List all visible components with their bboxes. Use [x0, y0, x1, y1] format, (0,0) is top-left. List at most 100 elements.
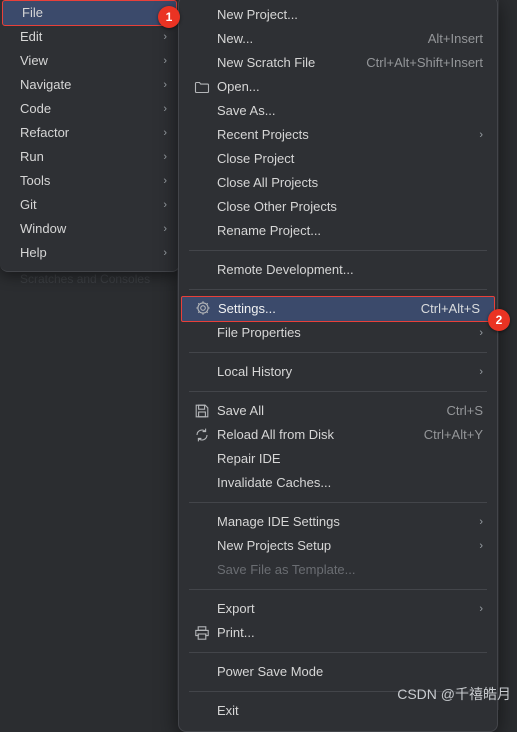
menu-item-label: New Projects Setup: [217, 538, 332, 553]
menubar-item-file[interactable]: File: [2, 0, 177, 26]
menu-item-invalidate-caches[interactable]: Invalidate Caches...: [179, 471, 497, 495]
menu-item-save-all[interactable]: Save All Ctrl+S: [179, 399, 497, 423]
menu-item-shortcut: Ctrl+Alt+Shift+Insert: [366, 55, 483, 70]
menu-item-label: Close All Projects: [217, 175, 319, 190]
watermark: CSDN @千禧皓月: [397, 686, 511, 702]
menubar-item-git[interactable]: Git ›: [0, 193, 179, 217]
menu-item-label: Close Other Projects: [217, 199, 337, 214]
gear-icon: [195, 300, 211, 316]
step-marker-1: 1: [158, 6, 180, 28]
menu-item-manage-ide-settings[interactable]: Manage IDE Settings ›: [179, 510, 497, 534]
menubar-item-label: Window: [20, 221, 67, 236]
menu-item-label: Export: [217, 601, 255, 616]
menu-item-label: New...: [217, 31, 254, 46]
menu-separator: [189, 352, 487, 353]
menubar-item-code[interactable]: Code ›: [0, 97, 179, 121]
chevron-right-icon: ›: [163, 127, 167, 139]
menu-item-file-properties[interactable]: File Properties ›: [179, 321, 497, 345]
menu-item-label: Invalidate Caches...: [217, 475, 332, 490]
menu-item-new[interactable]: New... Alt+Insert: [179, 27, 497, 51]
menubar-item-run[interactable]: Run ›: [0, 145, 179, 169]
menubar-item-label: Tools: [20, 173, 51, 188]
menubar-item-help[interactable]: Help ›: [0, 241, 179, 265]
menu-item-rename-project[interactable]: Rename Project...: [179, 219, 497, 243]
menu-separator: [189, 250, 487, 251]
menubar-item-label: Refactor: [20, 125, 70, 140]
chevron-right-icon: ›: [479, 129, 483, 141]
menu-item-new-scratch-file[interactable]: New Scratch File Ctrl+Alt+Shift+Insert: [179, 51, 497, 75]
chevron-right-icon: ›: [479, 516, 483, 528]
menu-item-label: Print...: [217, 625, 255, 640]
chevron-right-icon: ›: [163, 151, 167, 163]
menu-item-label: Reload All from Disk: [217, 427, 335, 442]
menu-item-open[interactable]: Open...: [179, 75, 497, 99]
chevron-right-icon: ›: [163, 199, 167, 211]
menu-item-close-project[interactable]: Close Project: [179, 147, 497, 171]
menu-item-label: New Scratch File: [217, 55, 316, 70]
chevron-right-icon: ›: [163, 103, 167, 115]
menubar-item-navigate[interactable]: Navigate ›: [0, 73, 179, 97]
menu-item-shortcut: Ctrl+S: [446, 403, 483, 418]
menu-item-close-other-projects[interactable]: Close Other Projects: [179, 195, 497, 219]
menu-item-print[interactable]: Print...: [179, 621, 497, 645]
menubar-item-label: File: [22, 5, 43, 20]
menubar-item-label: Edit: [20, 29, 43, 44]
menu-item-shortcut: Ctrl+Alt+Y: [423, 427, 483, 442]
save-icon: [194, 403, 210, 419]
menu-item-label: Remote Development...: [217, 262, 354, 277]
menubar-item-label: Help: [20, 245, 47, 260]
menubar-item-view[interactable]: View ›: [0, 49, 179, 73]
menu-item-remote-development[interactable]: Remote Development...: [179, 258, 497, 282]
menu-item-power-save-mode[interactable]: Power Save Mode: [179, 660, 497, 684]
menu-item-label: Recent Projects: [217, 127, 309, 142]
menu-item-repair-ide[interactable]: Repair IDE: [179, 447, 497, 471]
menu-item-new-project[interactable]: New Project...: [179, 3, 497, 27]
menubar-item-label: Run: [20, 149, 44, 164]
menubar-item-label: Navigate: [20, 77, 72, 92]
chevron-right-icon: ›: [479, 540, 483, 552]
menu-item-label: Local History: [217, 364, 293, 379]
menubar-item-refactor[interactable]: Refactor ›: [0, 121, 179, 145]
menu-item-reload-all-from-disk[interactable]: Reload All from Disk Ctrl+Alt+Y: [179, 423, 497, 447]
menubar-item-edit[interactable]: Edit ›: [0, 25, 179, 49]
menu-item-settings[interactable]: Settings... Ctrl+Alt+S: [181, 296, 495, 322]
menu-separator: [189, 502, 487, 503]
menu-item-recent-projects[interactable]: Recent Projects ›: [179, 123, 497, 147]
menu-item-label: Save File as Template...: [217, 562, 356, 577]
menubar-item-window[interactable]: Window ›: [0, 217, 179, 241]
menu-item-label: Settings...: [218, 301, 276, 316]
menu-item-label: File Properties: [217, 325, 301, 340]
menu-item-label: Rename Project...: [217, 223, 322, 238]
folder-icon: [194, 79, 210, 95]
menu-item-label: Exit: [217, 703, 239, 718]
chevron-right-icon: ›: [163, 223, 167, 235]
menubar-item-tools[interactable]: Tools ›: [0, 169, 179, 193]
menu-item-label: New Project...: [217, 7, 298, 22]
menu-item-new-projects-setup[interactable]: New Projects Setup ›: [179, 534, 497, 558]
menu-item-local-history[interactable]: Local History ›: [179, 360, 497, 384]
background-ghost-text: Scratches and Consoles: [20, 272, 151, 286]
chevron-right-icon: ›: [479, 366, 483, 378]
menu-item-save-as[interactable]: Save As...: [179, 99, 497, 123]
menu-item-export[interactable]: Export ›: [179, 597, 497, 621]
menu-item-label: Manage IDE Settings: [217, 514, 340, 529]
menu-item-label: Open...: [217, 79, 260, 94]
file-menu-dropdown: New Project... New... Alt+Insert New Scratc…: [178, 0, 498, 732]
menu-separator: [189, 289, 487, 290]
menubar-item-label: Git: [20, 197, 37, 212]
menu-item-shortcut: Alt+Insert: [427, 31, 483, 46]
menu-item-label: Save All: [217, 403, 264, 418]
menu-separator: [189, 589, 487, 590]
background-divider-right: [498, 0, 499, 710]
main-menu-bar-dropdown: File Edit › View › Navigate › Code › Refactor › Run…: [0, 0, 180, 272]
menu-item-close-all-projects[interactable]: Close All Projects: [179, 171, 497, 195]
menu-item-label: Close Project: [217, 151, 295, 166]
menu-item-save-file-as-template: Save File as Template...: [179, 558, 497, 582]
chevron-right-icon: ›: [163, 175, 167, 187]
chevron-right-icon: ›: [163, 79, 167, 91]
menu-separator: [189, 391, 487, 392]
print-icon: [194, 625, 210, 641]
menu-item-label: Power Save Mode: [217, 664, 324, 679]
chevron-right-icon: ›: [479, 327, 483, 339]
chevron-right-icon: ›: [163, 31, 167, 43]
